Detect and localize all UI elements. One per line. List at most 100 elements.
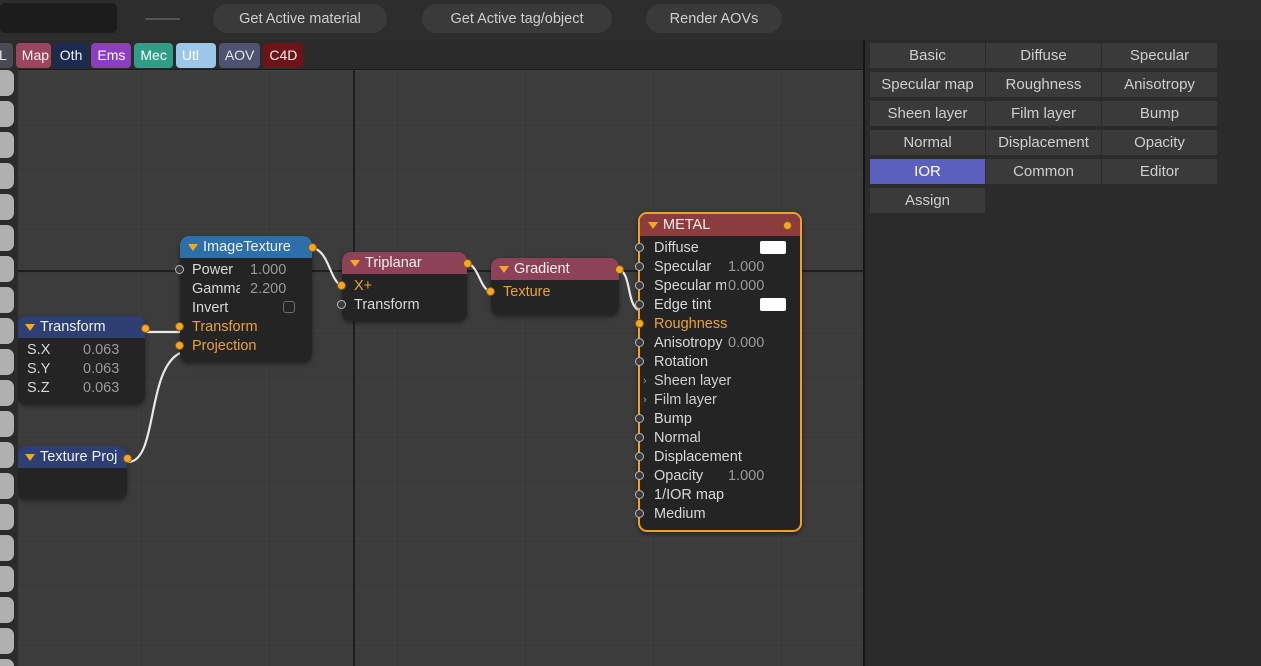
channel-button-common[interactable]: Common: [986, 159, 1101, 184]
node-list-item[interactable]: [0, 163, 14, 189]
node-list-item[interactable]: [0, 535, 14, 561]
node-imagetexture[interactable]: ImageTexture Power 1.000 Gamma 2.200 Invert T…: [175, 236, 317, 362]
node-list-item[interactable]: [0, 597, 14, 623]
node-checkbox[interactable]: [283, 301, 295, 313]
node-list-item[interactable]: [0, 628, 14, 654]
node-row[interactable]: Diffuse: [635, 238, 800, 257]
node-input-port[interactable]: [635, 300, 644, 309]
node-input-port[interactable]: [175, 322, 184, 331]
node-input-port[interactable]: [486, 287, 495, 296]
node-list-item[interactable]: [0, 225, 14, 251]
channel-button-sheen-layer[interactable]: Sheen layer: [870, 101, 985, 126]
channel-button-basic[interactable]: Basic: [870, 43, 985, 68]
collapse-triangle-icon[interactable]: [648, 221, 658, 229]
render-aovs-button[interactable]: Render AOVs: [646, 4, 782, 33]
get-active-material-button[interactable]: Get Active material: [213, 4, 387, 33]
node-row[interactable]: Rotation: [635, 352, 800, 371]
channel-button-specular[interactable]: Specular: [1102, 43, 1217, 68]
node-row[interactable]: Specular 1.000: [635, 257, 800, 276]
node-row[interactable]: Bump: [635, 409, 800, 428]
channel-button-displacement[interactable]: Displacement: [986, 130, 1101, 155]
tag-aov[interactable]: AOV: [218, 42, 261, 68]
node-input-port[interactable]: [175, 265, 184, 274]
node-row[interactable]: Film layer ›: [640, 390, 800, 409]
collapse-triangle-icon[interactable]: [25, 453, 35, 461]
node-row[interactable]: Roughness: [635, 314, 800, 333]
node-row[interactable]: X+: [337, 276, 467, 295]
node-row[interactable]: Displacement: [635, 447, 800, 466]
node-list-item[interactable]: [0, 504, 14, 530]
tag-ems[interactable]: Ems: [91, 42, 132, 68]
node-row[interactable]: 1/IOR map: [635, 485, 800, 504]
tag-utl[interactable]: Utl: [175, 42, 216, 68]
node-input-port[interactable]: [635, 357, 644, 366]
node-color-swatch[interactable]: [760, 241, 786, 254]
tag-oth[interactable]: Oth: [53, 42, 89, 68]
node-row-value[interactable]: 2.200: [250, 281, 286, 297]
node-row[interactable]: Specular m 0.000: [635, 276, 800, 295]
collapse-triangle-icon[interactable]: [25, 323, 35, 331]
tag-l[interactable]: L: [0, 42, 13, 68]
node-list-item[interactable]: [0, 380, 14, 406]
channel-button-specular-map[interactable]: Specular map: [870, 72, 985, 97]
channel-button-film-layer[interactable]: Film layer: [986, 101, 1101, 126]
node-list-item[interactable]: [0, 318, 14, 344]
node-output-port[interactable]: [141, 324, 150, 333]
channel-button-assign[interactable]: Assign: [870, 188, 985, 213]
node-header[interactable]: Triplanar: [342, 252, 467, 274]
node-row[interactable]: S.Y 0.063: [18, 359, 145, 378]
node-row[interactable]: Medium: [635, 504, 800, 523]
node-row[interactable]: Gamma 2.200: [180, 279, 312, 298]
node-input-port[interactable]: [635, 414, 644, 423]
channel-button-roughness[interactable]: Roughness: [986, 72, 1101, 97]
node-editor-canvas[interactable]: Transform S.X 0.063 S.Y 0.063 S.Z 0.063 Textu…: [18, 70, 864, 666]
node-row[interactable]: S.Z 0.063: [18, 378, 145, 397]
node-row[interactable]: Projection: [175, 336, 312, 355]
node-list-item[interactable]: [0, 132, 14, 158]
channel-button-editor[interactable]: Editor: [1102, 159, 1217, 184]
tag-mec[interactable]: Mec: [134, 42, 173, 68]
node-row[interactable]: Edge tint: [635, 295, 800, 314]
node-list-item[interactable]: [0, 442, 14, 468]
node-row[interactable]: Sheen layer ›: [640, 371, 800, 390]
node-texture-projection[interactable]: Texture Proj: [18, 446, 132, 499]
node-header[interactable]: Texture Proj: [18, 446, 127, 468]
node-row-value[interactable]: 0.000: [728, 335, 764, 351]
chevron-right-icon[interactable]: ›: [643, 394, 647, 406]
channel-button-bump[interactable]: Bump: [1102, 101, 1217, 126]
node-output-port[interactable]: [123, 454, 132, 463]
get-active-tag-object-button[interactable]: Get Active tag/object: [422, 4, 612, 33]
node-row-value[interactable]: 1.000: [728, 259, 764, 275]
tag-c4d[interactable]: C4D: [263, 42, 304, 68]
node-row-value[interactable]: 0.000: [728, 278, 764, 294]
node-row[interactable]: Opacity 1.000: [635, 466, 800, 485]
node-input-port[interactable]: [175, 341, 184, 350]
collapse-triangle-icon[interactable]: [350, 259, 360, 267]
node-row[interactable]: Invert: [180, 298, 312, 317]
node-input-port[interactable]: [635, 243, 644, 252]
node-input-port[interactable]: [635, 433, 644, 442]
node-row[interactable]: Power 1.000: [175, 260, 312, 279]
node-triplanar[interactable]: Triplanar X+ Transform: [337, 252, 472, 321]
node-row-value[interactable]: 0.063: [83, 342, 119, 358]
node-list-item[interactable]: [0, 287, 14, 313]
node-metal-material[interactable]: METAL Diffuse Specular 1.000 Specular m 0.00…: [635, 212, 802, 532]
node-list-item[interactable]: [0, 101, 14, 127]
node-list-item[interactable]: [0, 411, 14, 437]
node-output-port[interactable]: [463, 259, 472, 268]
node-input-port[interactable]: [635, 338, 644, 347]
node-input-port[interactable]: [635, 281, 644, 290]
node-row[interactable]: S.X 0.063: [18, 340, 145, 359]
node-input-port[interactable]: [635, 471, 644, 480]
node-list-item[interactable]: [0, 566, 14, 592]
node-row[interactable]: Normal: [635, 428, 800, 447]
node-input-port[interactable]: [337, 281, 346, 290]
node-list-item[interactable]: [0, 194, 14, 220]
collapse-triangle-icon[interactable]: [188, 243, 198, 251]
node-output-port[interactable]: [308, 243, 317, 252]
node-list-item[interactable]: [0, 349, 14, 375]
node-row[interactable]: Transform: [337, 295, 467, 314]
node-row[interactable]: Anisotropy 0.000: [635, 333, 800, 352]
node-row-value[interactable]: 0.063: [83, 380, 119, 396]
node-row-value[interactable]: 1.000: [728, 468, 764, 484]
